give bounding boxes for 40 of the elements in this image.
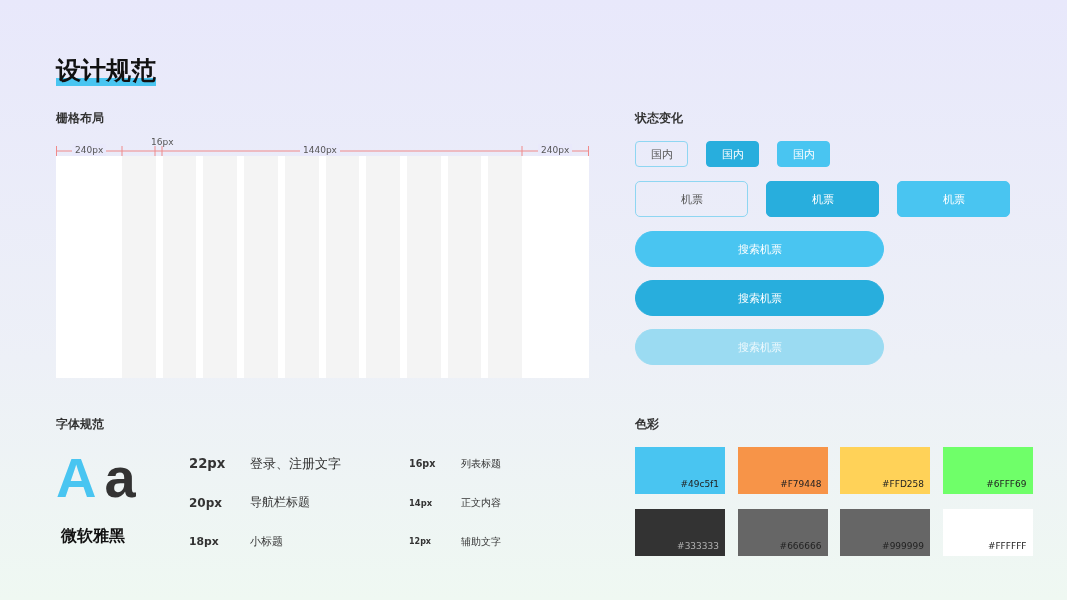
section-heading: 栅格布局 (56, 110, 105, 126)
dimension-label: 16px (150, 136, 175, 148)
color-code: #FFFFFF (987, 541, 1027, 552)
font-size-label: 14px (409, 497, 434, 508)
dimension-label: 240px (72, 144, 107, 156)
font-size-label: 16px (409, 458, 437, 469)
font-sample-letter: A (56, 450, 97, 506)
font-sample-text: 导航栏标题 (250, 494, 311, 511)
option-button[interactable]: 机票 (635, 181, 748, 217)
tab-button[interactable]: 国内 (635, 141, 688, 167)
color-code: #FFD258 (882, 479, 924, 490)
page-title: 设计规范 (56, 56, 156, 86)
search-button[interactable]: 搜索机票 (635, 280, 884, 316)
search-button[interactable]: 搜索机票 (635, 231, 884, 267)
section-heading: 字体规范 (56, 416, 105, 432)
font-size-label: 20px (189, 495, 224, 510)
color-code: #49c5f1 (680, 479, 719, 490)
font-sample-letter: a (104, 450, 136, 506)
font-size-label: 12px (409, 537, 433, 546)
font-sample-text: 辅助文字 (461, 534, 502, 549)
font-size-label: 22px (189, 456, 227, 471)
color-code: #999999 (882, 541, 924, 552)
tab-button[interactable]: 国内 (706, 141, 759, 167)
color-code: #333333 (677, 541, 719, 552)
font-sample-text: 正文内容 (461, 495, 502, 510)
font-name: 微软雅黑 (61, 526, 126, 547)
section-heading: 色彩 (635, 416, 660, 432)
color-code: #6FFF69 (986, 479, 1027, 490)
dimension-label: 1440px (300, 144, 340, 156)
dimension-label: 240px (538, 144, 573, 156)
font-sample-text: 小标题 (250, 534, 284, 549)
tab-button[interactable]: 国内 (777, 141, 830, 167)
font-sample-text: 登录、注册文字 (250, 454, 342, 473)
section-heading: 状态变化 (635, 110, 684, 126)
color-code: #F79448 (780, 479, 822, 490)
color-code: #666666 (779, 541, 822, 552)
option-button[interactable]: 机票 (766, 181, 879, 217)
font-size-label: 18px (189, 535, 220, 548)
font-sample-text: 列表标题 (461, 456, 502, 471)
option-button[interactable]: 机票 (897, 181, 1010, 217)
